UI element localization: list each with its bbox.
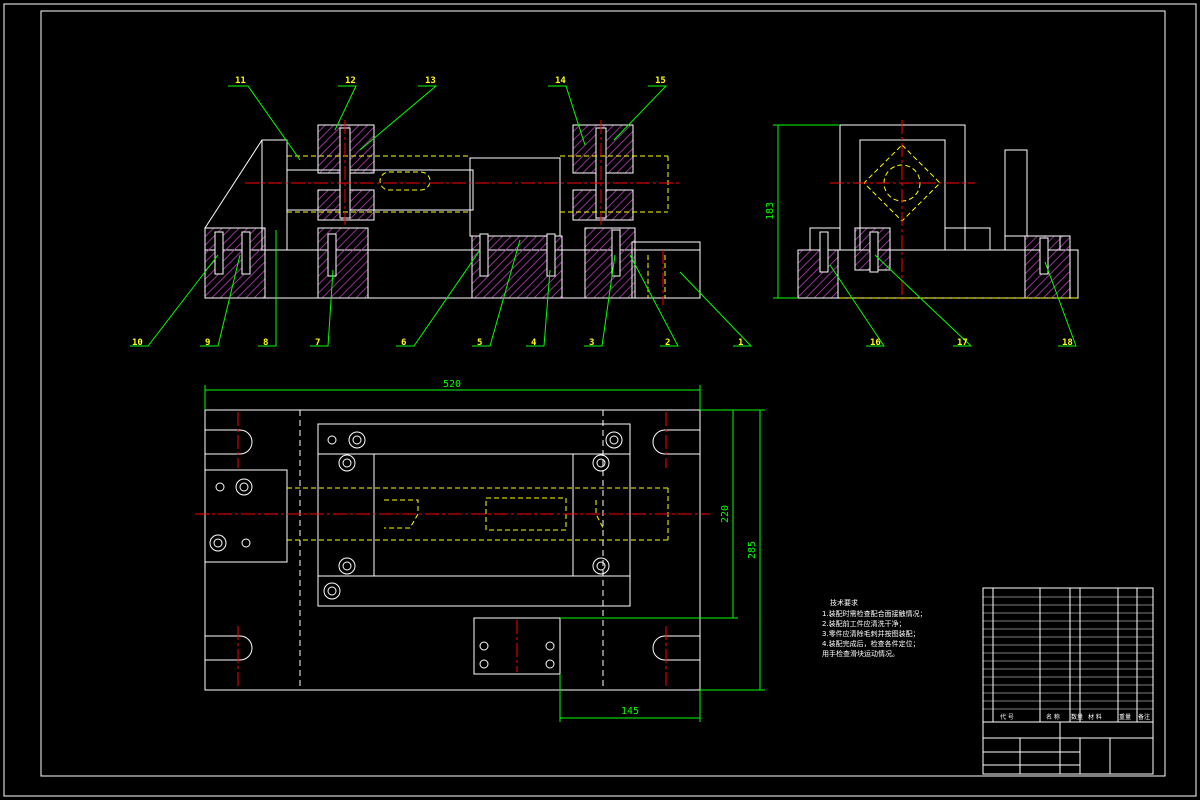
callout-3: 3 bbox=[589, 338, 594, 348]
tech-notes: 技术要求 1.装配时需检查配合面接触情况； 2.装配前工件应清洗干净； 3.零件… bbox=[822, 598, 927, 658]
callout-12: 12 bbox=[345, 76, 356, 86]
tech-notes-heading: 技术要求 bbox=[830, 598, 858, 607]
tech-note-line: 用手检查滑块运动情况。 bbox=[822, 649, 899, 658]
callout-13: 13 bbox=[425, 76, 436, 86]
parts-list-rows bbox=[983, 596, 1153, 710]
callout-6: 6 bbox=[401, 338, 406, 348]
callout-7: 7 bbox=[315, 338, 320, 348]
callout-9: 9 bbox=[205, 338, 210, 348]
plan-center-lines bbox=[195, 412, 710, 688]
title-block-headers: 代 号 名 称 数量 材 料 重量 备注 bbox=[1000, 713, 1150, 721]
callout-8: 8 bbox=[263, 338, 268, 348]
tech-note-line: 3.零件应清除毛刺并按图装配； bbox=[822, 629, 920, 638]
side-view bbox=[797, 124, 1079, 299]
header-remark: 备注 bbox=[1138, 713, 1150, 721]
tech-note-line: 2.装配前工件应清洗干净； bbox=[822, 619, 906, 628]
header-material: 材 料 bbox=[1088, 713, 1102, 721]
header-code: 代 号 bbox=[1000, 713, 1014, 721]
callout-5: 5 bbox=[477, 338, 482, 348]
dim-offset-bottom: 145 bbox=[621, 706, 639, 717]
callout-11: 11 bbox=[235, 76, 246, 86]
callout-14: 14 bbox=[555, 76, 566, 86]
plan-view bbox=[204, 409, 701, 691]
tech-note-line: 4.装配完成后，检查各件定位； bbox=[822, 639, 920, 648]
header-qty: 数量 bbox=[1071, 713, 1083, 721]
callout-17: 17 bbox=[957, 338, 968, 348]
dim-width-total: 520 bbox=[443, 379, 461, 390]
callout-16: 16 bbox=[870, 338, 881, 348]
title-block bbox=[982, 587, 1154, 775]
dim-side-height: 183 bbox=[765, 202, 776, 220]
callout-4: 4 bbox=[531, 338, 537, 348]
header-weight: 重量 bbox=[1119, 713, 1131, 721]
tech-note-line: 1.装配时需检查配合面接触情况； bbox=[822, 609, 927, 618]
callout-1: 1 bbox=[738, 338, 743, 348]
callout-15: 15 bbox=[655, 76, 666, 86]
header-name: 名 称 bbox=[1046, 713, 1060, 721]
callout-10: 10 bbox=[132, 338, 143, 348]
dim-height-inner: 220 bbox=[720, 505, 731, 523]
callout-2: 2 bbox=[665, 338, 670, 348]
dim-height-total: 285 bbox=[747, 541, 758, 559]
callout-18: 18 bbox=[1062, 338, 1073, 348]
side-center-lines bbox=[830, 120, 975, 300]
plan-dashed-verticals bbox=[299, 410, 604, 690]
cad-drawing: 520 220 285 145 183 11 12 13 14 15 10 9 … bbox=[3, 3, 1197, 797]
